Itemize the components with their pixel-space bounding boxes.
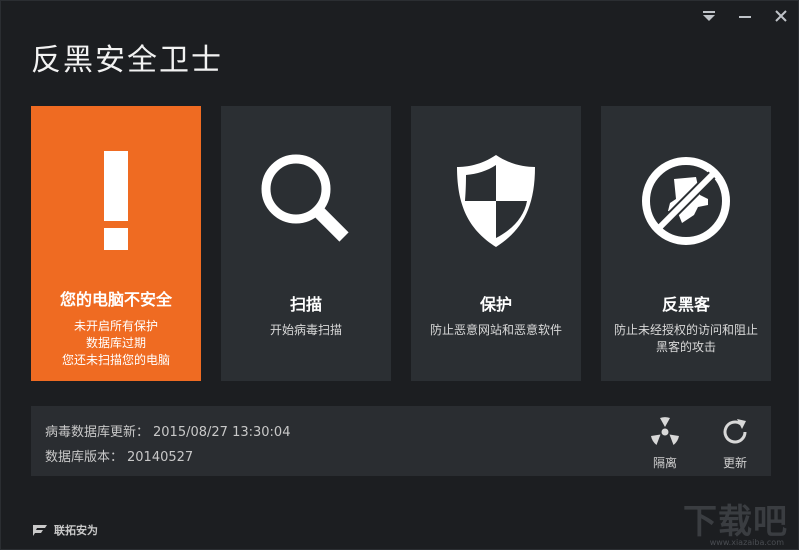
footer-brand: 联拓安为 <box>31 522 98 538</box>
tile-scan[interactable]: 扫描 开始病毒扫描 <box>221 106 391 381</box>
brand-logo-icon <box>33 525 47 536</box>
minimize-icon[interactable] <box>736 7 754 25</box>
watermark: 下载吧 <box>683 502 788 542</box>
watermark-url: www.xiazaiba.com <box>709 538 784 547</box>
app-window: 反黑安全卫士 您的电脑不安全 未开启所有保护 数据库过期 您还未扫描您的电脑 扫… <box>0 0 799 550</box>
tile-protect[interactable]: 保护 防止恶意网站和恶意软件 <box>411 106 581 381</box>
info-bar: 病毒数据库更新： 2015/08/27 13:30:04 数据库版本： 201405… <box>31 406 771 476</box>
refresh-icon <box>723 419 747 444</box>
radiation-icon <box>651 417 679 445</box>
db-version-info: 数据库版本： 20140527 <box>45 450 194 465</box>
tile-title: 保护 <box>479 295 512 314</box>
db-update-value: 2015/08/27 13:30:04 <box>153 425 291 440</box>
quarantine-label: 隔离 <box>652 456 677 470</box>
tile-desc: 防止未经授权的访问和阻止 黑客的攻击 <box>613 323 758 354</box>
app-title: 反黑安全卫士 <box>31 43 223 78</box>
db-update-info: 病毒数据库更新： 2015/08/27 13:30:04 <box>45 425 291 440</box>
tile-desc: 未开启所有保护 数据库过期 您还未扫描您的电脑 <box>61 319 170 367</box>
tile-desc: 开始病毒扫描 <box>269 323 342 337</box>
tile-desc: 防止恶意网站和恶意软件 <box>429 323 562 337</box>
update-button[interactable]: 更新 <box>711 416 759 471</box>
tile-title: 您的电脑不安全 <box>59 290 172 309</box>
close-icon[interactable] <box>772 7 790 25</box>
quarantine-button[interactable]: 隔离 <box>641 416 689 471</box>
brand-name: 联拓安为 <box>54 524 98 537</box>
magnifier-icon <box>261 154 349 242</box>
tile-title: 扫描 <box>289 295 322 314</box>
exclamation-icon <box>104 151 128 250</box>
db-version-value: 20140527 <box>127 450 194 465</box>
anti-hacker-icon <box>642 157 730 245</box>
tile-title: 反黑客 <box>661 295 710 314</box>
tile-anti-hacker[interactable]: 反黑客 防止未经授权的访问和阻止 黑客的攻击 <box>601 106 771 381</box>
shield-icon <box>457 155 535 247</box>
update-label: 更新 <box>722 456 747 470</box>
tile-security-status[interactable]: 您的电脑不安全 未开启所有保护 数据库过期 您还未扫描您的电脑 <box>31 106 201 381</box>
triangle-down-icon[interactable] <box>700 7 718 25</box>
window-controls <box>700 7 790 25</box>
